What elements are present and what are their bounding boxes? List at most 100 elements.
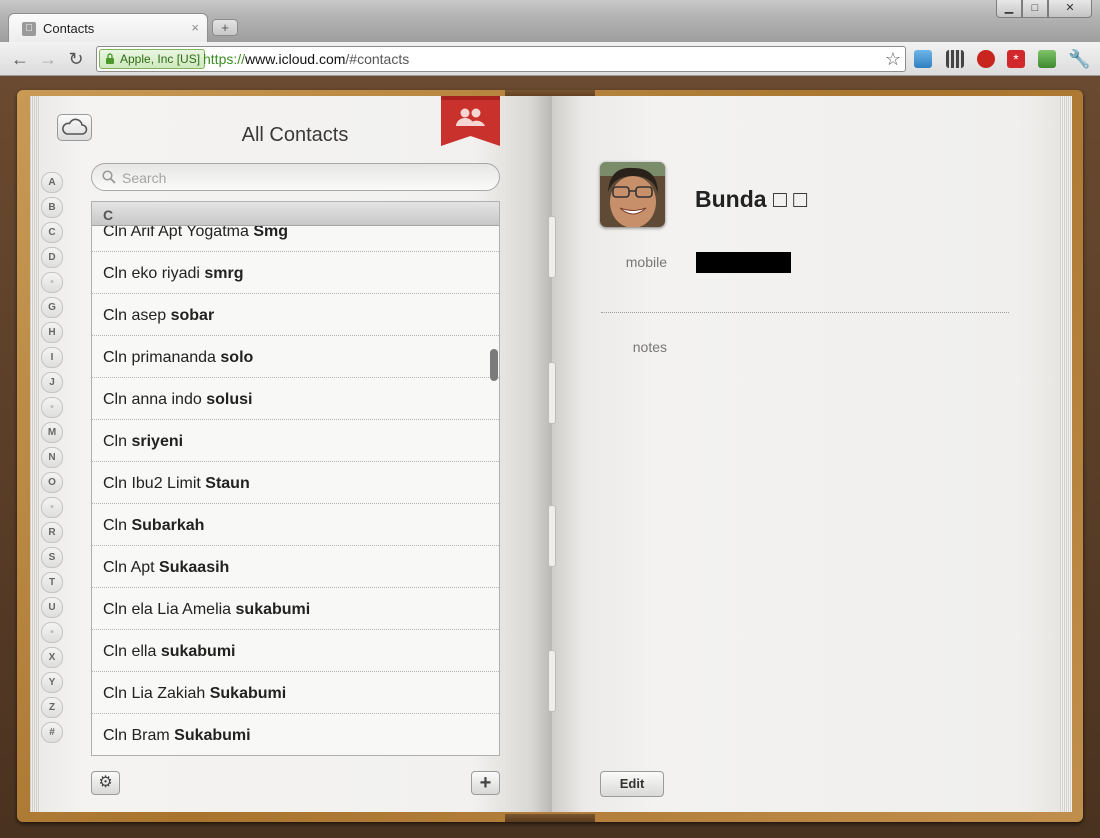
edit-button[interactable]: Edit: [600, 771, 664, 797]
contact-last-name: sukabumi: [235, 601, 311, 618]
index-letter[interactable]: S: [41, 547, 63, 568]
contact-last-name: sukabumi: [160, 643, 236, 660]
page-title: All Contacts: [241, 124, 349, 146]
contact-row[interactable]: Cln Ibu2 Limit Staun: [92, 462, 499, 504]
mobile-label: mobile: [625, 254, 667, 270]
contact-first-name: Cln Bram: [103, 727, 170, 744]
browser-tab-contacts[interactable]:  Contacts ×: [8, 13, 208, 43]
contact-first-name: Cln asep: [103, 307, 167, 324]
forward-arrow-icon[interactable]: →: [37, 48, 59, 70]
contact-first-name: Cln eko riyadi: [103, 265, 200, 282]
index-letter[interactable]: I: [41, 347, 63, 368]
url-path: /#contacts: [345, 51, 410, 67]
index-letter[interactable]: Y: [41, 672, 63, 693]
search-input[interactable]: [120, 168, 484, 188]
contact-row[interactable]: Cln Subarkah: [92, 504, 499, 546]
plus-icon: +: [479, 772, 492, 794]
contact-row[interactable]: Cln primananda solo: [92, 336, 499, 378]
contact-first-name: Cln: [103, 517, 128, 534]
security-badge-text: Apple, Inc [US]: [120, 52, 201, 66]
contact-first-name: Cln ela Lia Amelia: [103, 601, 232, 618]
tab-close-icon[interactable]: ×: [191, 20, 199, 35]
contacts-list[interactable]: C Cln Arif Apt Yogatma Smg Cln eko riyadi…: [91, 201, 500, 756]
contact-row[interactable]: Cln anna indo solusi: [92, 378, 499, 420]
index-letter[interactable]: G: [41, 297, 63, 318]
wrench-menu-icon[interactable]: 🔧: [1068, 48, 1090, 70]
url-host: www.icloud.com: [245, 51, 346, 67]
index-letter[interactable]: J: [41, 372, 63, 393]
add-contact-button[interactable]: +: [471, 771, 500, 795]
contact-row[interactable]: Cln Apt Sukaasih: [92, 546, 499, 588]
list-scrollbar[interactable]: [490, 349, 498, 381]
contact-last-name: Sukabumi: [209, 685, 287, 702]
divider: [601, 312, 1009, 313]
bookmark-star-icon[interactable]: ☆: [885, 49, 901, 70]
url-text[interactable]: https://www.icloud.com/#contacts: [203, 51, 409, 67]
contact-row[interactable]: Cln ella sukabumi: [92, 630, 499, 672]
icloud-extension-icon[interactable]: [914, 50, 932, 68]
index-letter[interactable]: Z: [41, 697, 63, 718]
search-field[interactable]: [91, 163, 500, 191]
contact-row[interactable]: Cln eko riyadi smrg: [92, 252, 499, 294]
contact-row[interactable]: Cln asep sobar: [92, 294, 499, 336]
close-window-button[interactable]: ✕: [1048, 0, 1092, 18]
contact-row[interactable]: Cln ela Lia Amelia sukabumi: [92, 588, 499, 630]
settings-button[interactable]: ⚙: [91, 771, 120, 795]
index-letter[interactable]: D: [41, 247, 63, 268]
contact-first-name: Cln Lia Zakiah: [103, 685, 206, 702]
page-edge-right: [1060, 96, 1072, 812]
contact-last-name: sriyeni: [131, 433, 184, 450]
contact-first-name: Cln anna indo: [103, 391, 202, 408]
adblock-extension-icon[interactable]: [977, 50, 995, 68]
contact-last-name: smrg: [204, 265, 244, 282]
binding-strap-bottom: [505, 814, 595, 822]
contact-row[interactable]: Cln Bram Sukabumi: [92, 714, 499, 755]
index-letter[interactable]: H: [41, 322, 63, 343]
lastpass-extension-icon[interactable]: *: [1007, 50, 1025, 68]
index-dot[interactable]: •: [41, 272, 63, 293]
new-tab-button[interactable]: +: [212, 19, 238, 36]
url-scheme: https://: [203, 51, 246, 67]
index-letter[interactable]: R: [41, 522, 63, 543]
index-letter[interactable]: B: [41, 197, 63, 218]
index-dot[interactable]: •: [41, 497, 63, 518]
contact-row[interactable]: Cln sriyeni: [92, 420, 499, 462]
contact-rows: Cln Arif Apt Yogatma Smg Cln eko riyadi s…: [92, 210, 499, 755]
reload-icon[interactable]: ↻: [65, 48, 87, 70]
spine-ring: [548, 362, 556, 424]
index-letter[interactable]: A: [41, 172, 63, 193]
contact-first-name: Cln primananda: [103, 349, 216, 366]
contact-photo: [600, 162, 665, 227]
ev-security-badge[interactable]: Apple, Inc [US]: [99, 49, 206, 69]
groups-ribbon-button[interactable]: [441, 96, 500, 146]
contact-last-name: Sukabumi: [174, 727, 251, 744]
cloud-icon: [62, 118, 88, 135]
contact-last-name: sobar: [170, 307, 215, 324]
index-letter[interactable]: X: [41, 647, 63, 668]
index-letter[interactable]: T: [41, 572, 63, 593]
window-controls: ▁ □ ✕: [996, 0, 1092, 19]
section-header-c: C: [92, 202, 499, 226]
index-letter[interactable]: M: [41, 422, 63, 443]
contact-row[interactable]: Cln Lia Zakiah Sukabumi: [92, 672, 499, 714]
minimize-button[interactable]: ▁: [996, 0, 1022, 18]
page-edge-left: [30, 96, 40, 812]
index-dot[interactable]: •: [41, 622, 63, 643]
index-letter[interactable]: U: [41, 597, 63, 618]
address-bar[interactable]: Apple, Inc [US] https://www.icloud.com/#…: [96, 46, 906, 72]
qr-code-extension-icon[interactable]: [946, 50, 964, 68]
lock-icon: [106, 53, 114, 64]
contact-first-name: Cln Apt: [103, 559, 155, 576]
leaf-extension-icon[interactable]: [1038, 50, 1056, 68]
index-letter[interactable]: #: [41, 722, 63, 743]
browser-toolbar: ← → ↻ Apple, Inc [US] https://www.icloud…: [0, 42, 1100, 76]
tab-title: Contacts: [43, 21, 95, 36]
index-letter[interactable]: C: [41, 222, 63, 243]
index-letter[interactable]: O: [41, 472, 63, 493]
maximize-button[interactable]: □: [1022, 0, 1048, 18]
index-dot[interactable]: •: [41, 397, 63, 418]
back-arrow-icon[interactable]: ←: [9, 48, 31, 70]
contact-last-name: Sukaasih: [159, 559, 230, 576]
index-letter[interactable]: N: [41, 447, 63, 468]
icloud-home-button[interactable]: [57, 114, 92, 141]
